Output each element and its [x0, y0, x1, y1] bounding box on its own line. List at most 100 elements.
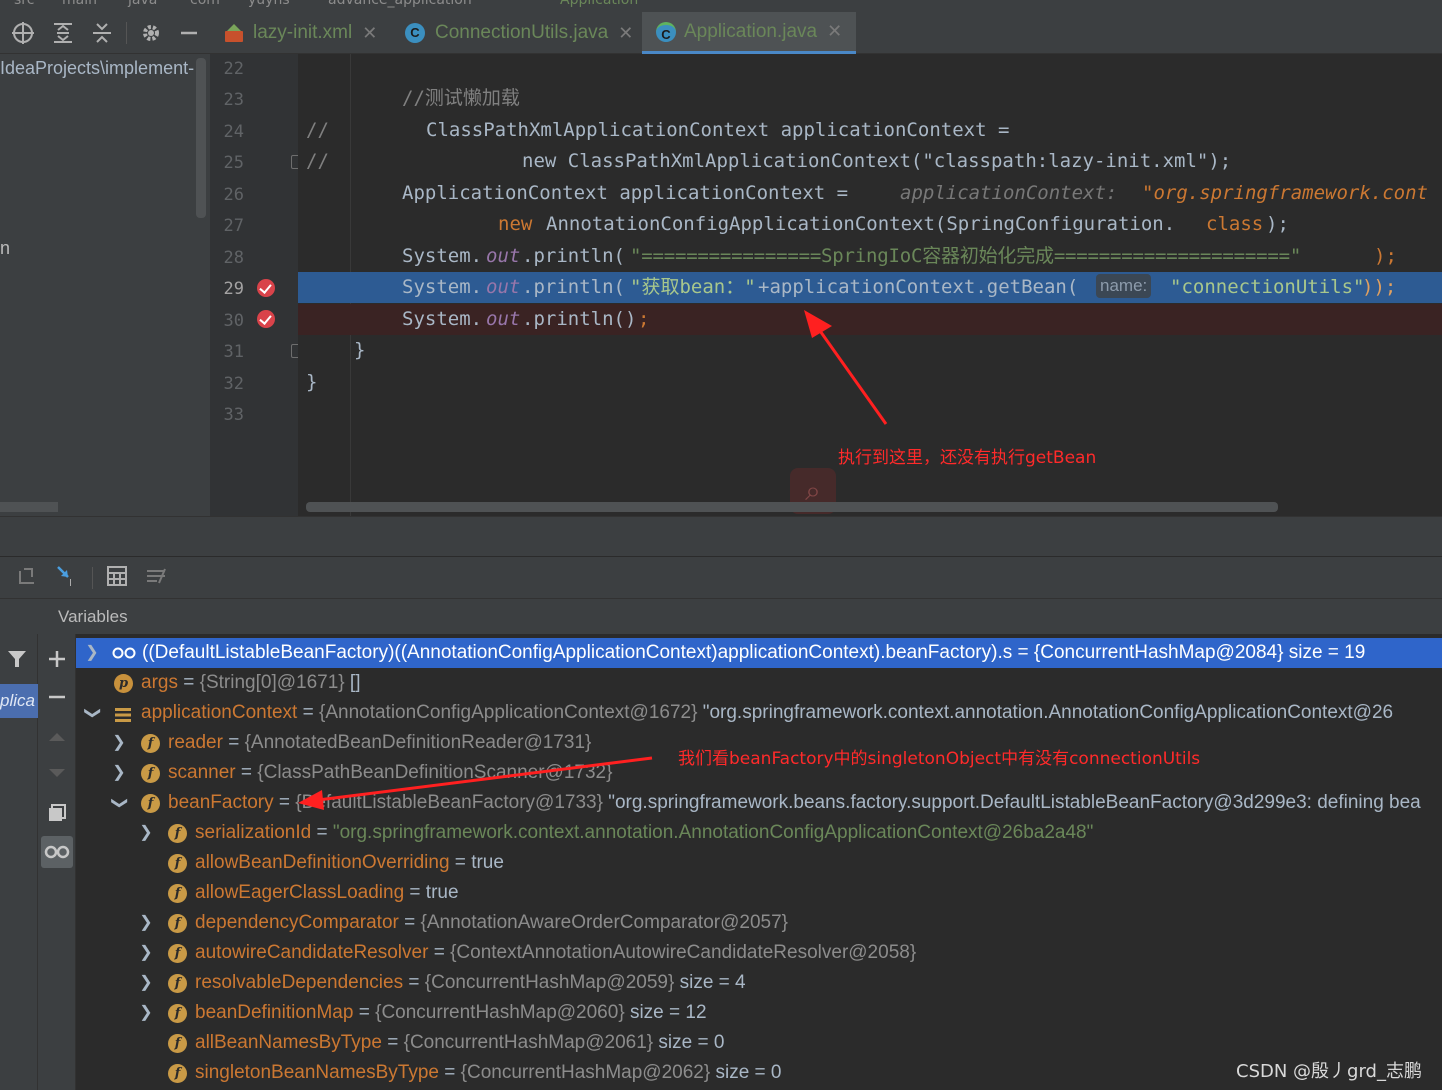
line-number: 23 [223, 90, 244, 110]
scrollbar[interactable] [0, 502, 58, 512]
close-icon[interactable]: ✕ [827, 21, 842, 42]
variable-text: dependencyComparator = {AnnotationAwareO… [195, 912, 789, 933]
editor-tab-bar: lazy-init.xml ✕ C ConnectionUtils.java ✕… [215, 12, 1442, 54]
add-watch-icon[interactable] [44, 646, 70, 672]
line-number: 29 [223, 279, 244, 299]
move-down-icon[interactable] [44, 760, 70, 786]
variable-row[interactable]: ❯ f beanFactory = {DefaultListableBeanFa… [76, 788, 1442, 818]
gear-icon[interactable] [138, 20, 164, 46]
variable-text: args = {String[0]@1671} [] [141, 672, 361, 693]
variable-row[interactable]: f allowBeanDefinitionOverriding = true [76, 848, 1442, 878]
project-tree-item[interactable]: n [0, 238, 10, 259]
expand-all-icon[interactable] [50, 20, 76, 46]
code-text: ; [638, 308, 650, 330]
field-icon: f [141, 734, 160, 753]
chevron-right-icon[interactable]: ❯ [111, 728, 127, 758]
project-panel: IdeaProjects\implement- n [0, 54, 210, 516]
code-text: ); [1266, 213, 1289, 235]
panel-splitter[interactable] [0, 516, 1442, 556]
breadcrumb-item[interactable]: Application [560, 0, 638, 8]
variables-title: Variables [58, 607, 128, 626]
variable-row[interactable]: f allowEagerClassLoading = true [76, 878, 1442, 908]
collapse-all-icon[interactable] [89, 20, 115, 46]
breakpoint-icon[interactable] [257, 279, 275, 297]
move-up-icon[interactable] [44, 724, 70, 750]
breadcrumb-item[interactable]: advance_application [328, 0, 472, 8]
field-icon: f [168, 974, 187, 993]
evaluate-expression-icon[interactable] [104, 563, 130, 589]
breadcrumb-item[interactable]: main [62, 0, 97, 8]
frame-item[interactable]: plica [0, 684, 38, 718]
static-field: out [486, 276, 521, 298]
close-icon[interactable]: ✕ [618, 23, 633, 44]
line-number: 33 [223, 405, 244, 425]
keyword: class [1206, 213, 1264, 235]
string-literal: "获取bean：" [630, 276, 756, 298]
field-icon: f [168, 1034, 187, 1053]
line-number: 22 [223, 59, 244, 79]
variable-text: beanDefinitionMap = {ConcurrentHashMap@2… [195, 1002, 707, 1023]
close-icon[interactable]: ✕ [362, 23, 377, 44]
breadcrumb-item[interactable]: java [128, 0, 157, 8]
variable-row[interactable]: ❯ f beanDefinitionMap = {ConcurrentHashM… [76, 998, 1442, 1028]
project-toolbar [0, 12, 215, 54]
field-icon: f [141, 764, 160, 783]
variable-text: singletonBeanNamesByType = {ConcurrentHa… [195, 1062, 782, 1083]
variable-row[interactable]: f allBeanNamesByType = {ConcurrentHashMa… [76, 1028, 1442, 1058]
remove-watch-icon[interactable] [44, 684, 70, 710]
variable-text: reader = {AnnotatedBeanDefinitionReader@… [168, 732, 592, 753]
variable-row[interactable]: ❯ applicationContext = {AnnotationConfig… [76, 698, 1442, 728]
line-number: 31 [223, 342, 244, 362]
variable-text: allBeanNamesByType = {ConcurrentHashMap@… [195, 1032, 725, 1053]
filter-icon[interactable] [4, 646, 30, 672]
breakpoint-icon[interactable] [257, 310, 275, 328]
show-watches-icon[interactable] [41, 836, 73, 868]
editor-gutter: 22 23 24 25 26 27 28 29 30 31 32 33 [210, 54, 303, 516]
tab-application-java[interactable]: C Application.java ✕ [642, 12, 856, 54]
svg-text:I: I [69, 578, 72, 588]
static-field: out [486, 245, 521, 267]
chevron-right-icon[interactable]: ❯ [138, 908, 154, 938]
scrollbar[interactable] [306, 502, 1278, 512]
variable-row[interactable]: p args = {String[0]@1671} [] [76, 668, 1442, 698]
java-main-class-icon: C [656, 21, 676, 42]
breadcrumb-item[interactable]: com [190, 0, 220, 8]
hide-panel-icon[interactable] [176, 20, 202, 46]
variable-row[interactable]: ❯ f serializationId = "org.springframewo… [76, 818, 1442, 848]
restore-layout-icon[interactable] [14, 563, 40, 589]
chevron-right-icon[interactable]: ❯ [138, 938, 154, 968]
inline-value-hint: applicationContext: [900, 182, 1118, 204]
code-line: // new ClassPathXmlApplicationContext("cl… [298, 146, 1442, 177]
breakpoint-line: System. out .println(); [298, 304, 1442, 335]
code-text: System. [402, 245, 483, 267]
variable-row[interactable]: ❯ f resolvableDependencies = {Concurrent… [76, 968, 1442, 998]
breadcrumb-item[interactable]: src [14, 0, 34, 8]
variable-row[interactable]: ❯ f dependencyComparator = {AnnotationAw… [76, 908, 1442, 938]
field-icon: f [168, 854, 187, 873]
scrollbar[interactable] [196, 58, 206, 218]
step-into-icon[interactable]: I [54, 563, 80, 589]
annotation-exec-note: 执行到这里，还没有执行getBean [838, 448, 1097, 468]
breadcrumb-item[interactable]: yuyhs [248, 0, 290, 8]
code-text: ClassPathXmlApplicationContext applicati… [426, 119, 1010, 141]
variable-row[interactable]: ❯ f autowireCandidateResolver = {Context… [76, 938, 1442, 968]
project-path[interactable]: IdeaProjects\implement- [0, 58, 194, 79]
tab-connection-utils[interactable]: C ConnectionUtils.java ✕ [405, 12, 633, 54]
variable-text: resolvableDependencies = {ConcurrentHash… [195, 972, 746, 993]
chevron-right-icon[interactable]: ❯ [84, 638, 100, 668]
chevron-right-icon[interactable]: ❯ [111, 758, 127, 788]
chevron-down-icon[interactable]: ❯ [104, 795, 134, 811]
trace-stream-icon[interactable] [143, 563, 169, 589]
tab-lazy-init-xml[interactable]: lazy-init.xml ✕ [223, 12, 377, 54]
string-literal: "================SpringIoC容器初始化完成=======… [630, 245, 1302, 267]
duplicate-watch-icon[interactable] [44, 800, 70, 826]
chevron-down-icon[interactable]: ❯ [77, 705, 107, 721]
watch-row[interactable]: ❯ ((DefaultListableBeanFactory)((Annotat… [76, 638, 1442, 668]
locate-icon[interactable] [10, 20, 36, 46]
code-line: new AnnotationConfigApplicationContext(Sp… [298, 209, 1442, 240]
chevron-right-icon[interactable]: ❯ [138, 818, 154, 848]
code-text: +applicationContext.getBean( [758, 276, 1079, 298]
chevron-right-icon[interactable]: ❯ [138, 968, 154, 998]
java-class-icon: C [405, 23, 425, 43]
chevron-right-icon[interactable]: ❯ [138, 998, 154, 1028]
